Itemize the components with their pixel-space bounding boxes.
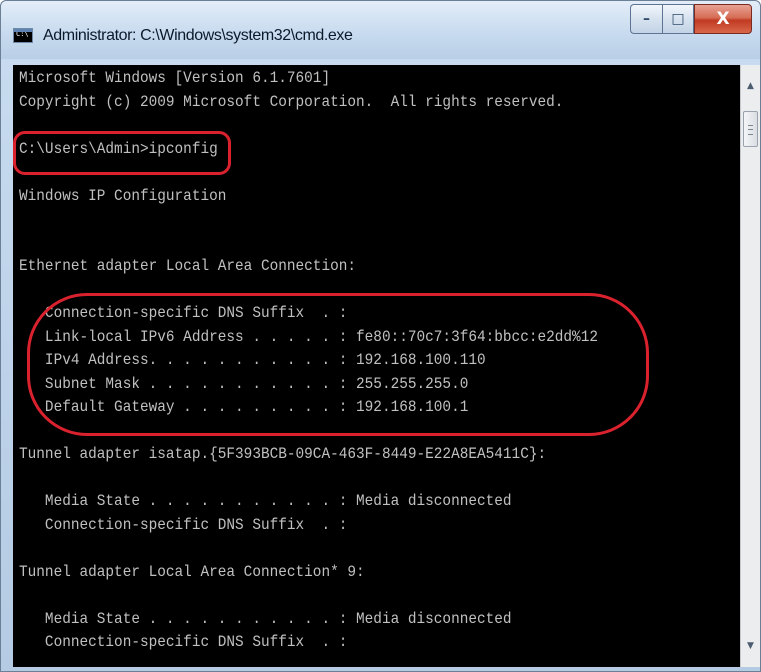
console-line: Windows IP Configuration [19, 186, 227, 205]
console-line: Tunnel adapter Local Area Connection* 9: [19, 562, 365, 581]
scroll-up-arrow-icon[interactable]: ▲ [741, 77, 760, 95]
title-bar[interactable]: Administrator: C:\Windows\system32\cmd.e… [1, 1, 760, 59]
caption-buttons: – □ X [630, 4, 752, 34]
close-button[interactable]: X [694, 4, 752, 34]
console-line: Media State . . . . . . . . . . . : Medi… [19, 492, 512, 510]
cmd-window: Administrator: C:\Windows\system32\cmd.e… [0, 0, 761, 672]
scroll-down-arrow-icon[interactable]: ▼ [741, 637, 760, 655]
console-line: Connection-specific DNS Suffix . : [19, 633, 348, 651]
maximize-icon: □ [671, 11, 685, 27]
thumb-grip-icon [748, 125, 753, 135]
console-line: Microsoft Windows [Version 6.1.7601] [19, 69, 331, 87]
maximize-button[interactable]: □ [662, 4, 694, 34]
console-line: Connection-specific DNS Suffix . : [19, 515, 348, 534]
minimize-icon: – [643, 11, 650, 27]
minimize-button[interactable]: – [630, 4, 662, 34]
vertical-scrollbar[interactable]: ▲ ▼ [740, 65, 760, 667]
console-line: Tunnel adapter isatap.{5F393BCB-09CA-463… [19, 445, 547, 463]
command-prompt-icon[interactable] [13, 28, 33, 43]
ipconfig-command-highlight [13, 131, 231, 175]
close-icon: X [716, 9, 730, 29]
console-line: Copyright (c) 2009 Microsoft Corporation… [19, 92, 564, 111]
console-line: Media State . . . . . . . . . . . : Medi… [19, 609, 512, 628]
adapter-details-highlight [27, 293, 649, 436]
window-title: Administrator: C:\Windows\system32\cmd.e… [43, 27, 353, 44]
scroll-thumb[interactable] [743, 111, 758, 147]
console-output[interactable]: Microsoft Windows [Version 6.1.7601] Copy… [13, 65, 740, 667]
console-line: Ethernet adapter Local Area Connection: [19, 257, 357, 275]
